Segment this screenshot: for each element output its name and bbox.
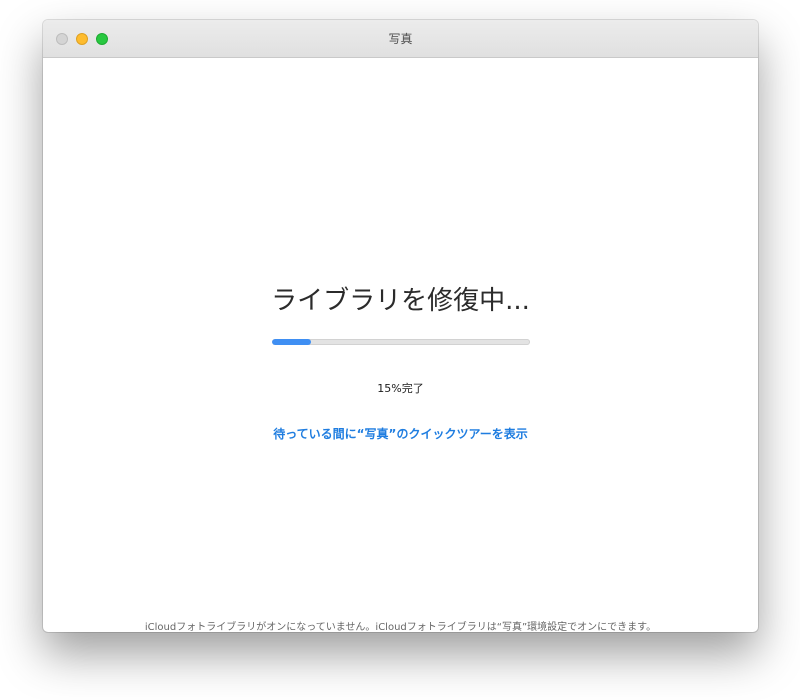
quick-tour-link[interactable]: 待っている間に“写真”のクイックツアーを表示 [43,425,758,442]
window-title: 写真 [388,32,413,46]
photos-window: 写真 ライブラリを修復中... 15%完了 待っている間に“写真”のクイックツア… [43,20,758,632]
icloud-status-note: iCloudフォトライブラリがオンになっていません。iCloudフォトライブラリ… [144,622,657,632]
repair-heading: ライブラリを修復中... [271,286,530,316]
title-bar[interactable]: 写真 [43,20,758,58]
progress-bar-fill [272,339,311,345]
main-content: ライブラリを修復中... 15%完了 待っている間に“写真”のクイックツアーを表… [43,58,758,632]
progress-bar [272,339,530,345]
progress-label: 15%完了 [377,382,424,395]
